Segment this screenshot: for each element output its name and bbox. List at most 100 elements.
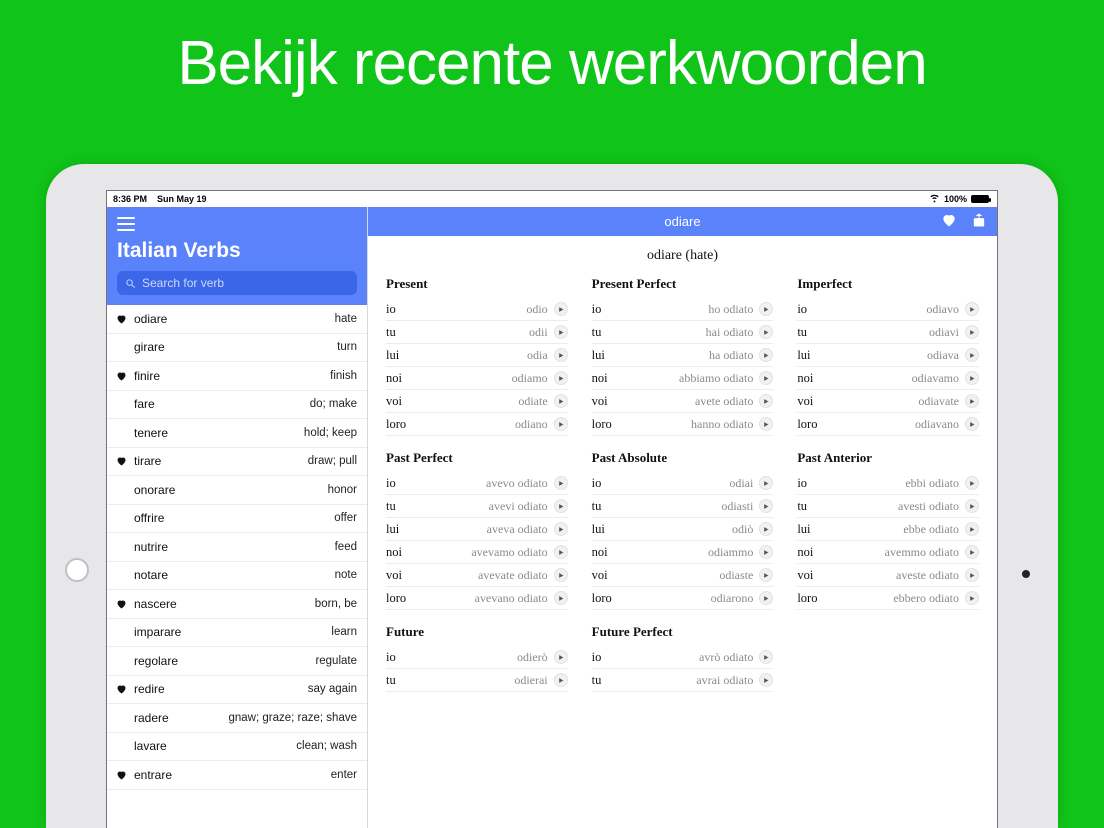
play-button[interactable]: [554, 417, 568, 431]
conjugation-form: odiano: [515, 417, 548, 432]
play-button[interactable]: [554, 568, 568, 582]
play-button[interactable]: [759, 302, 773, 316]
verb-row[interactable]: onorarehonor: [107, 476, 367, 505]
verb-row[interactable]: lavareclean; wash: [107, 733, 367, 762]
play-button[interactable]: [759, 348, 773, 362]
play-button[interactable]: [759, 591, 773, 605]
heart-icon: [115, 455, 128, 467]
status-right: 100%: [929, 192, 989, 206]
verb-row[interactable]: offrireoffer: [107, 505, 367, 534]
play-button[interactable]: [759, 499, 773, 513]
play-button[interactable]: [554, 673, 568, 687]
play-button[interactable]: [554, 522, 568, 536]
pronoun: lui: [592, 522, 605, 537]
play-button[interactable]: [759, 394, 773, 408]
verb-row[interactable]: rediresay again: [107, 676, 367, 705]
play-button[interactable]: [554, 371, 568, 385]
conjugation-row: tuodierai: [386, 669, 568, 692]
pronoun: tu: [592, 325, 602, 340]
play-button[interactable]: [965, 476, 979, 490]
play-button[interactable]: [965, 417, 979, 431]
play-button[interactable]: [965, 568, 979, 582]
verb-row[interactable]: notarenote: [107, 562, 367, 591]
play-button[interactable]: [554, 302, 568, 316]
conjugation-row: loro odiano: [386, 413, 568, 436]
play-button[interactable]: [759, 545, 773, 559]
pronoun: loro: [386, 417, 406, 432]
conjugation-form: avrai odiato: [696, 673, 753, 688]
pronoun: loro: [386, 591, 406, 606]
play-button[interactable]: [759, 673, 773, 687]
battery-icon: [971, 195, 989, 203]
play-button[interactable]: [759, 522, 773, 536]
play-button[interactable]: [554, 650, 568, 664]
play-button[interactable]: [965, 522, 979, 536]
play-button[interactable]: [759, 476, 773, 490]
verb-row[interactable]: tiraredraw; pull: [107, 448, 367, 477]
play-button[interactable]: [759, 650, 773, 664]
home-button[interactable]: [65, 558, 89, 582]
verb-row[interactable]: finirefinish: [107, 362, 367, 391]
verb-row[interactable]: regolareregulate: [107, 647, 367, 676]
play-button[interactable]: [554, 476, 568, 490]
play-button[interactable]: [759, 417, 773, 431]
verb-name: odiare: [134, 312, 167, 326]
battery-pct: 100%: [944, 194, 967, 204]
play-button[interactable]: [554, 348, 568, 362]
verb-translation: do; make: [310, 398, 357, 410]
conjugation-row: voiavevate odiato: [386, 564, 568, 587]
pronoun: noi: [592, 545, 608, 560]
verb-row[interactable]: raderegnaw; graze; raze; shave: [107, 704, 367, 733]
status-bar: 8:36 PM Sun May 19 100%: [107, 191, 997, 207]
conjugation-row: loroavevano odiato: [386, 587, 568, 610]
play-button[interactable]: [965, 499, 979, 513]
play-button[interactable]: [759, 371, 773, 385]
verb-list[interactable]: odiarehategirareturnfinirefinishfaredo; …: [107, 305, 367, 828]
play-button[interactable]: [759, 568, 773, 582]
pronoun: tu: [592, 499, 602, 514]
conjugation-row: noiabbiamo odiato: [592, 367, 774, 390]
conjugation-row: tuodiasti: [592, 495, 774, 518]
play-button[interactable]: [759, 325, 773, 339]
search-input[interactable]: Search for verb: [117, 271, 357, 295]
play-button[interactable]: [965, 545, 979, 559]
conjugation-form: odiavamo: [912, 371, 959, 386]
verb-row[interactable]: girareturn: [107, 334, 367, 363]
verb-row[interactable]: impararelearn: [107, 619, 367, 648]
pronoun: noi: [797, 371, 813, 386]
menu-icon[interactable]: [117, 217, 135, 231]
play-button[interactable]: [965, 348, 979, 362]
conjugation-form: odierai: [514, 673, 547, 688]
conjugation-row: ioavrò odiato: [592, 646, 774, 669]
conjugation-row: voiodiaste: [592, 564, 774, 587]
play-button[interactable]: [965, 325, 979, 339]
play-button[interactable]: [965, 394, 979, 408]
play-button[interactable]: [554, 545, 568, 559]
tablet-frame: 8:36 PM Sun May 19 100%: [46, 164, 1058, 828]
conjugation-form: avete odiato: [695, 394, 753, 409]
pronoun: lui: [797, 348, 810, 363]
verb-row[interactable]: entrareenter: [107, 761, 367, 790]
wifi-icon: [929, 192, 940, 206]
share-icon[interactable]: [971, 212, 987, 231]
conjugation-row: noiodiammo: [592, 541, 774, 564]
play-button[interactable]: [554, 591, 568, 605]
pronoun: lui: [797, 522, 810, 537]
verb-name: tirare: [134, 454, 161, 468]
favorite-icon[interactable]: [941, 212, 957, 231]
detail-subtitle: odiare (hate): [368, 236, 997, 276]
verb-translation: finish: [330, 370, 357, 382]
verb-row[interactable]: tenerehold; keep: [107, 419, 367, 448]
pronoun: lui: [386, 348, 399, 363]
verb-row[interactable]: nascereborn, be: [107, 590, 367, 619]
play-button[interactable]: [965, 591, 979, 605]
verb-row[interactable]: odiarehate: [107, 305, 367, 334]
verb-row[interactable]: nutrirefeed: [107, 533, 367, 562]
play-button[interactable]: [554, 325, 568, 339]
verb-row[interactable]: faredo; make: [107, 391, 367, 420]
play-button[interactable]: [965, 371, 979, 385]
conjugation-row: ioodiai: [592, 472, 774, 495]
play-button[interactable]: [965, 302, 979, 316]
play-button[interactable]: [554, 499, 568, 513]
play-button[interactable]: [554, 394, 568, 408]
